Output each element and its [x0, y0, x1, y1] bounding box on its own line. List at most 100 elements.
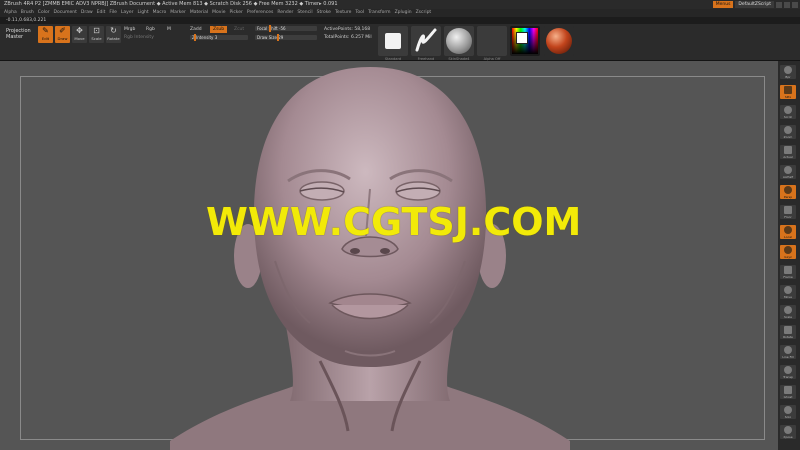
shelf-button-solo[interactable]: Solo: [780, 405, 796, 419]
menu-item-color[interactable]: Color: [38, 10, 50, 15]
menu-item-marker[interactable]: Marker: [170, 10, 186, 15]
menu-item-movie[interactable]: Movie: [212, 10, 225, 15]
shelf-solo-icon: [784, 406, 792, 414]
texture-thumb[interactable]: Alpha Off: [477, 26, 507, 61]
menu-item-transform[interactable]: Transform: [368, 10, 390, 15]
menu-item-material[interactable]: Material: [190, 10, 208, 15]
shelf-gxyz-icon: [784, 246, 792, 254]
brush-icon: [385, 33, 401, 49]
menu-bar: Alpha Brush Color Document Draw Edit File Layer…: [0, 9, 800, 17]
focal-shift-knob[interactable]: [269, 25, 271, 32]
cursor-coordinates: -0.11,0.683,0.221: [6, 18, 47, 23]
edit-button[interactable]: ✎ Edit: [38, 26, 53, 43]
move-icon: ✥: [76, 26, 83, 35]
draw-size-slider[interactable]: Draw Size 29: [255, 34, 317, 41]
menu-item-document[interactable]: Document: [54, 10, 77, 15]
move-button[interactable]: ✥ Move: [72, 26, 87, 43]
rgb-intensity-slider[interactable]: Rgb Intensity: [124, 35, 154, 40]
menu-item-stencil[interactable]: Stencil: [297, 10, 312, 15]
shelf-button-label: Xpose: [783, 435, 793, 439]
shelf-button-label: Frame: [783, 275, 793, 279]
menu-item-preferences[interactable]: Preferences: [247, 10, 273, 15]
focal-shift-slider[interactable]: Focal Shift -56: [255, 25, 317, 32]
menu-item-texture[interactable]: Texture: [335, 10, 351, 15]
color-picker[interactable]: [510, 26, 540, 56]
right-shelf: Bpr SPix Scroll Zoom Actual AAHalf Persp Floor L…: [778, 61, 800, 450]
z-intensity-knob[interactable]: [194, 34, 196, 41]
scale-button[interactable]: ⊡ Scale: [89, 26, 104, 43]
draw-icon: ✐: [59, 26, 66, 35]
stroke-freehand-thumb[interactable]: Freehand: [411, 26, 441, 61]
shelf-button-zoom[interactable]: Zoom: [780, 125, 796, 139]
shelf-button-aahalf[interactable]: AAHalf: [780, 165, 796, 179]
shelf-zoom-icon: [784, 126, 792, 134]
menu-item-brush[interactable]: Brush: [21, 10, 34, 15]
window-title: ZBrush 4R4 P2 [ZMMB EMIC ADV3 NPRBJ] ZBr…: [4, 1, 338, 7]
shelf-button-label: Local: [784, 235, 792, 239]
shelf-button-label: Solo: [784, 415, 792, 419]
shelf-button-gxyz[interactable]: Gxyz: [780, 245, 796, 259]
material-thumb[interactable]: [544, 26, 574, 56]
shelf-ghost-icon: [784, 386, 792, 394]
shelf-button-move[interactable]: Move: [780, 285, 796, 299]
default-zscript-button[interactable]: DefaultZScript: [735, 1, 774, 8]
shelf-scale-icon: [784, 306, 792, 314]
menu-item-render[interactable]: Render: [277, 10, 293, 15]
menu-item-picker[interactable]: Picker: [229, 10, 242, 15]
shelf-button-label: Rotate: [783, 335, 793, 339]
shelf-local-icon: [784, 226, 792, 234]
menu-item-zplugin[interactable]: Zplugin: [395, 10, 412, 15]
draw-size-knob[interactable]: [277, 34, 279, 41]
shelf-spix-icon: [784, 86, 792, 94]
rgb-button[interactable]: Rgb: [146, 27, 155, 32]
z-intensity-slider[interactable]: Z Intensity 3: [190, 34, 248, 41]
shelf-button-local[interactable]: Local: [780, 225, 796, 239]
shelf-button-persp[interactable]: Persp: [780, 185, 796, 199]
zcut-button[interactable]: Zcut: [234, 27, 244, 32]
menu-item-edit[interactable]: Edit: [97, 10, 106, 15]
shelf-button-label: Scroll: [783, 115, 793, 119]
draw-button[interactable]: ✐ Draw: [55, 26, 70, 43]
projection-master-button[interactable]: Projection Master: [6, 28, 31, 40]
shelf-line-fill-icon: [784, 346, 792, 354]
minimize-icon[interactable]: [776, 1, 782, 8]
menu-item-light[interactable]: Light: [137, 10, 148, 15]
shelf-button-ghost[interactable]: Ghost: [780, 385, 796, 399]
shelf-button-bpr[interactable]: Bpr: [780, 65, 796, 79]
shelf-button-xpose[interactable]: Xpose: [780, 425, 796, 439]
shelf-button-rotate[interactable]: Rotate: [780, 325, 796, 339]
mrgb-button[interactable]: Mrgb: [124, 27, 135, 32]
menu-item-layer[interactable]: Layer: [121, 10, 134, 15]
shelf-button-frame[interactable]: Frame: [780, 265, 796, 279]
zadd-button[interactable]: Zadd: [190, 27, 202, 32]
menu-item-macro[interactable]: Macro: [153, 10, 167, 15]
menu-item-tool[interactable]: Tool: [355, 10, 364, 15]
menu-item-zscript[interactable]: Zscript: [416, 10, 432, 15]
rotate-button[interactable]: ↻ Rotate: [106, 26, 121, 43]
shelf-button-line-fill[interactable]: Line Fill: [780, 345, 796, 359]
shelf-button-scale[interactable]: Scale: [780, 305, 796, 319]
menu-item-alpha[interactable]: Alpha: [4, 10, 17, 15]
shelf-button-scroll[interactable]: Scroll: [780, 105, 796, 119]
shelf-button-transp[interactable]: Transp: [780, 365, 796, 379]
brush-standard-thumb[interactable]: Standard: [378, 26, 408, 61]
menu-item-stroke[interactable]: Stroke: [317, 10, 331, 15]
menu-item-draw[interactable]: Draw: [81, 10, 93, 15]
maximize-icon[interactable]: [784, 1, 790, 8]
alpha-thumb[interactable]: SkinShade4: [444, 26, 474, 61]
shelf-button-floor[interactable]: Floor: [780, 205, 796, 219]
shelf-button-label: Bpr: [785, 75, 791, 79]
shelf-button-label: Gxyz: [784, 255, 792, 259]
close-icon[interactable]: [792, 1, 798, 8]
shelf-rotate-icon: [784, 326, 792, 334]
menus-toggle-button[interactable]: Menus: [712, 1, 734, 8]
shelf-frame-icon: [784, 266, 792, 274]
shelf-button-label: Transp: [783, 375, 793, 379]
shelf-button-spix[interactable]: SPix: [780, 85, 796, 99]
m-button[interactable]: M: [167, 27, 171, 32]
zsub-button[interactable]: Zsub: [210, 26, 228, 33]
menu-item-file[interactable]: File: [109, 10, 117, 15]
shelf-button-actual[interactable]: Actual: [780, 145, 796, 159]
alpha-sphere-icon: [446, 28, 472, 54]
sculpt-head-model[interactable]: [170, 61, 570, 450]
